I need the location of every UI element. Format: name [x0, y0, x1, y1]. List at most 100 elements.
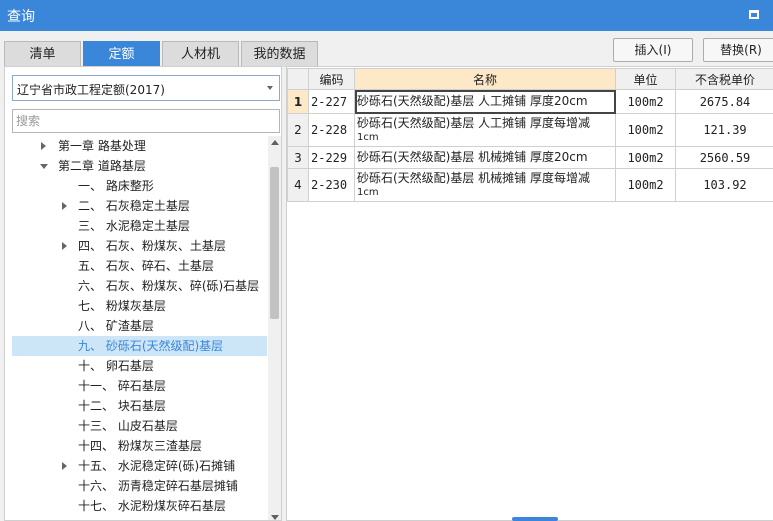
expand-arrow-icon[interactable] [62, 462, 67, 470]
tree-item-label: 第二章 道路基层 [58, 159, 146, 173]
tab-quota[interactable]: 定额 [83, 41, 160, 67]
cell-code[interactable]: 2-228 [308, 113, 355, 147]
expand-arrow-icon[interactable] [41, 142, 46, 150]
tree-item-label: 七、 粉煤灰基层 [78, 299, 166, 313]
tab-bill[interactable]: 清单 [4, 41, 81, 67]
cell-name-text: 砂砾石(天然级配)基层 人工摊铺 厚度20cm [357, 94, 588, 108]
tree-item-label: 二、 石灰稳定土基层 [78, 199, 190, 213]
row-number: 3 [287, 146, 309, 169]
tree-item[interactable]: 十、 卵石基层 [12, 356, 267, 376]
row-number: 4 [287, 168, 309, 202]
cell-unit[interactable]: 100m2 [615, 168, 676, 202]
cell-code[interactable]: 2-227 [308, 89, 355, 114]
tree-item-label: 六、 石灰、粉煤灰、碎(砾)石基层 [78, 279, 260, 293]
tree-item[interactable]: 一、 路床整形 [12, 176, 267, 196]
cell-unit[interactable]: 100m2 [615, 146, 676, 169]
tree-item-selected[interactable]: 九、 砂砾石(天然级配)基层 [12, 336, 267, 356]
cell-name[interactable]: 砂砾石(天然级配)基层 人工摊铺 厚度20cm [354, 89, 616, 114]
tree-item[interactable]: 十二、 块石基层 [12, 396, 267, 416]
cell-price[interactable]: 103.92 [675, 168, 773, 202]
tree-item[interactable]: 三、 水泥稳定土基层 [12, 216, 267, 236]
scroll-down-icon[interactable] [271, 515, 279, 520]
tree-item[interactable]: 十六、 沥青稳定碎石基层摊铺 [12, 476, 267, 496]
tree-item-label: 十六、 沥青稳定碎石基层摊铺 [78, 479, 238, 493]
tree-item[interactable]: 十五、 水泥稳定碎(砾)石摊铺 [12, 456, 267, 476]
cell-price[interactable]: 121.39 [675, 113, 773, 147]
row-number-header [287, 68, 309, 90]
cell-name-text: 砂砾石(天然级配)基层 人工摊铺 厚度每增减 [357, 115, 590, 130]
cell-code[interactable]: 2-229 [308, 146, 355, 169]
left-panel: 辽宁省市政工程定额(2017) 第一章 路基处理 第二章 道路基层 一、 路床整… [4, 66, 282, 521]
tree-item[interactable]: 五、 石灰、碎石、土基层 [12, 256, 267, 276]
chapter-tree: 第一章 路基处理 第二章 道路基层 一、 路床整形 二、 石灰稳定土基层 三、 … [5, 136, 267, 521]
table-row[interactable]: 4 2-230 砂砾石(天然级配)基层 机械摊铺 厚度每增减 1cm 100m2 … [287, 168, 773, 202]
maximize-icon[interactable] [749, 10, 759, 19]
cell-price[interactable]: 2560.59 [675, 146, 773, 169]
title-bar: 查询 [0, 0, 773, 31]
cell-name-text-continued: 1cm [357, 131, 379, 143]
column-header-price[interactable]: 不含税单价 [675, 68, 773, 90]
cell-name-text: 砂砾石(天然级配)基层 机械摊铺 厚度20cm [357, 150, 588, 164]
tree-item[interactable]: 八、 矿渣基层 [12, 316, 267, 336]
cell-name-text: 砂砾石(天然级配)基层 机械摊铺 厚度每增减 [357, 170, 590, 185]
tree-item-label: 十一、 碎石基层 [78, 379, 166, 393]
splitter-handle[interactable] [512, 517, 558, 521]
tree-item-label: 第一章 路基处理 [58, 139, 146, 153]
tree-item-label: 十二、 块石基层 [78, 399, 166, 413]
tree-item-label: 十七、 水泥粉煤灰碎石基层 [78, 499, 226, 513]
tree-item[interactable]: 十七、 水泥粉煤灰碎石基层 [12, 496, 267, 516]
cell-name-text-continued: 1cm [357, 186, 379, 198]
quota-table-panel: 编码 名称 单位 不含税单价 1 2-227 砂砾石(天然级配)基层 人工摊铺 … [286, 66, 773, 521]
table-row[interactable]: 3 2-229 砂砾石(天然级配)基层 机械摊铺 厚度20cm 100m2 25… [287, 146, 773, 169]
cell-code[interactable]: 2-230 [308, 168, 355, 202]
column-header-name[interactable]: 名称 [354, 68, 616, 90]
tree-item[interactable]: 第二章 道路基层 [12, 156, 267, 176]
chevron-down-icon [267, 86, 273, 90]
column-header-unit[interactable]: 单位 [615, 68, 676, 90]
expand-arrow-icon[interactable] [62, 202, 67, 210]
scroll-up-icon[interactable] [271, 140, 279, 145]
tree-item[interactable]: 二、 石灰稳定土基层 [12, 196, 267, 216]
tree-item-label: 十、 卵石基层 [78, 359, 154, 373]
tree-scrollbar[interactable] [268, 136, 281, 520]
window-title: 查询 [7, 9, 35, 25]
quota-table: 编码 名称 单位 不含税单价 1 2-227 砂砾石(天然级配)基层 人工摊铺 … [287, 68, 773, 202]
library-select-value: 辽宁省市政工程定额(2017) [17, 83, 165, 97]
table-row[interactable]: 2 2-228 砂砾石(天然级配)基层 人工摊铺 厚度每增减 1cm 100m2 … [287, 113, 773, 147]
tree-item[interactable]: 十三、 山皮石基层 [12, 416, 267, 436]
table-header-row: 编码 名称 单位 不含税单价 [287, 68, 773, 90]
tree-item-label: 一、 路床整形 [78, 179, 154, 193]
cell-unit[interactable]: 100m2 [615, 113, 676, 147]
tree-item[interactable]: 四、 石灰、粉煤灰、土基层 [12, 236, 267, 256]
tree-item-label: 九、 砂砾石(天然级配)基层 [78, 339, 224, 353]
tree-item[interactable]: 六、 石灰、粉煤灰、碎(砾)石基层 [12, 276, 267, 296]
tree-item[interactable]: 十四、 粉煤灰三渣基层 [12, 436, 267, 456]
tree-item-label: 十三、 山皮石基层 [78, 419, 178, 433]
column-header-code[interactable]: 编码 [308, 68, 355, 90]
cell-name[interactable]: 砂砾石(天然级配)基层 机械摊铺 厚度20cm [354, 146, 616, 169]
tree-item-label: 五、 石灰、碎石、土基层 [78, 259, 214, 273]
replace-button[interactable]: 替换(R) [703, 38, 773, 62]
tree-item-label: 十四、 粉煤灰三渣基层 [78, 439, 202, 453]
tab-labor-material-machine[interactable]: 人材机 [162, 41, 239, 67]
cell-name[interactable]: 砂砾石(天然级配)基层 机械摊铺 厚度每增减 1cm [354, 168, 616, 202]
row-number: 2 [287, 113, 309, 147]
tree-item-label: 十五、 水泥稳定碎(砾)石摊铺 [78, 459, 236, 473]
search-input[interactable] [12, 109, 280, 133]
library-select[interactable]: 辽宁省市政工程定额(2017) [12, 75, 280, 101]
tree-item[interactable]: 七、 粉煤灰基层 [12, 296, 267, 316]
tree-item[interactable]: 第一章 路基处理 [12, 136, 267, 156]
insert-button[interactable]: 插入(I) [613, 38, 693, 62]
cell-name[interactable]: 砂砾石(天然级配)基层 人工摊铺 厚度每增减 1cm [354, 113, 616, 147]
tree-item-label: 三、 水泥稳定土基层 [78, 219, 190, 233]
row-number: 1 [287, 89, 309, 114]
scrollbar-thumb[interactable] [270, 167, 279, 319]
table-row[interactable]: 1 2-227 砂砾石(天然级配)基层 人工摊铺 厚度20cm 100m2 26… [287, 89, 773, 114]
expand-arrow-icon[interactable] [62, 242, 67, 250]
cell-price[interactable]: 2675.84 [675, 89, 773, 114]
tab-my-data[interactable]: 我的数据 [241, 41, 318, 67]
collapse-arrow-icon[interactable] [40, 164, 48, 169]
cell-unit[interactable]: 100m2 [615, 89, 676, 114]
tree-item[interactable]: 十一、 碎石基层 [12, 376, 267, 396]
tree-item-label: 八、 矿渣基层 [78, 319, 154, 333]
